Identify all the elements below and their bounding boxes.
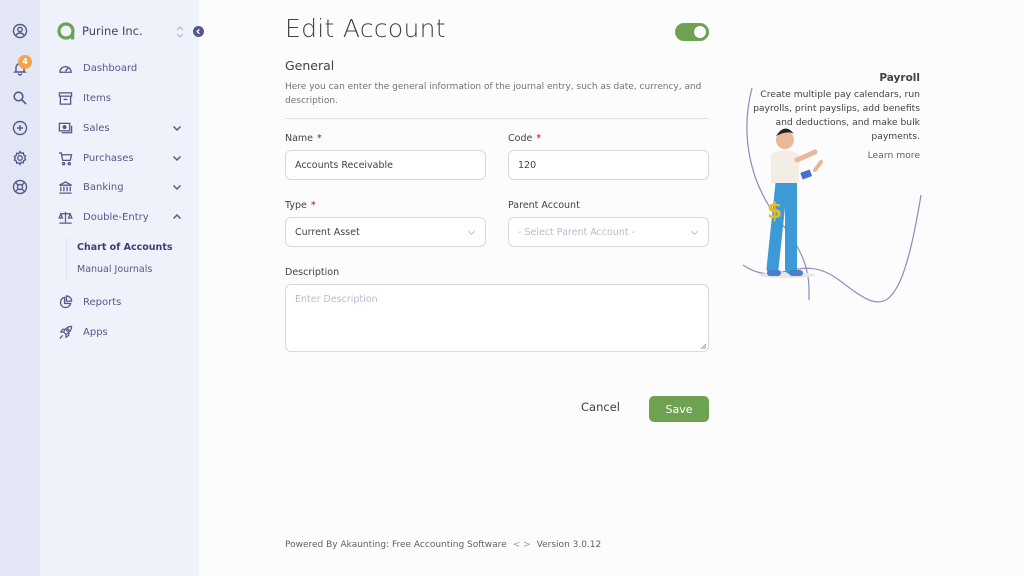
resize-handle-icon[interactable] [700,343,706,349]
scale-icon [58,210,73,225]
version-text: Version 3.0.12 [536,540,602,550]
dashboard-icon [58,61,73,76]
required-marker: * [310,200,316,211]
rocket-icon [58,325,73,340]
description-label: Description [285,267,340,278]
archive-icon [58,91,73,106]
code-label-text: Code [508,133,533,144]
support-icon[interactable] [12,179,28,195]
submenu-rail [66,238,67,280]
reports-icon [58,294,73,310]
powered-by-link[interactable]: Powered By Akaunting: Free Accounting So… [285,540,507,550]
chevron-up-icon[interactable] [172,212,182,222]
cart-icon [58,151,73,166]
parent-account-placeholder: - Select Parent Account - [518,226,636,238]
required-marker: * [536,133,542,144]
akaunting-logo [57,22,75,40]
sidebar: Purine Inc. Dashboard Items Sales Purcha… [40,0,204,576]
sidebar-item-items[interactable]: Items [58,88,188,108]
description-textarea[interactable]: Enter Description [285,284,709,352]
sidebar-item-label: Purchases [83,152,134,164]
toggle-knob [694,26,706,38]
main-content: Edit Account General Here you can enter … [199,0,1024,576]
bank-icon [58,180,73,195]
sidebar-item-label: Sales [83,122,110,134]
sidebar-item-label: Double-Entry [83,211,149,223]
payroll-promo: $ Payroll Create multiple pay calendars,… [739,60,1023,320]
section-title: General [285,58,335,73]
sidebar-item-label: Items [83,92,111,104]
sidebar-item-apps[interactable]: Apps [58,322,188,342]
type-select-value: Current Asset [295,226,360,238]
type-select[interactable]: Current Asset [285,217,486,247]
gear-icon[interactable] [12,150,28,166]
sales-icon [58,121,73,136]
chevron-down-icon[interactable] [172,123,182,133]
parent-account-label: Parent Account [508,200,580,211]
page-title: Edit Account [285,14,446,43]
description-placeholder: Enter Description [295,294,378,305]
footer: Powered By Akaunting: Free Accounting So… [285,540,601,550]
sidebar-item-label: Apps [83,326,108,338]
name-label-text: Name [285,133,314,144]
chevron-down-icon[interactable] [172,153,182,163]
sidebar-item-sales[interactable]: Sales [58,118,188,138]
save-button[interactable]: Save [649,396,709,422]
name-input-value: Accounts Receivable [295,159,394,171]
sidebar-item-double-entry[interactable]: Double-Entry [58,207,188,227]
cancel-button[interactable]: Cancel [581,400,620,414]
sidebar-item-label: Banking [83,181,124,193]
name-label: Name * [285,133,322,144]
company-name: Purine Inc. [82,24,143,38]
required-marker: * [317,133,322,144]
sidebar-subitem-manual-journals[interactable]: Manual Journals [77,264,152,275]
enabled-toggle[interactable] [675,23,709,41]
code-label: Code * [508,133,541,144]
plus-circle-icon[interactable] [12,120,28,136]
collapse-sidebar-button[interactable] [193,26,204,37]
sidebar-item-reports[interactable]: Reports [58,292,188,312]
chevron-down-icon[interactable] [172,182,182,192]
chevron-left-icon [196,28,200,35]
code-input[interactable]: 120 [508,150,709,180]
sidebar-subitem-chart-of-accounts[interactable]: Chart of Accounts [77,242,173,253]
name-input[interactable]: Accounts Receivable [285,150,486,180]
promo-text: Create multiple pay calendars, run payro… [753,89,920,142]
notification-badge: 4 [18,55,32,69]
sidebar-item-label: Reports [83,296,122,308]
sidebar-item-purchases[interactable]: Purchases [58,148,188,168]
type-label: Type * [285,200,316,211]
sidebar-item-dashboard[interactable]: Dashboard [58,58,188,78]
learn-more-link[interactable]: Learn more [868,150,920,161]
company-selector[interactable]: Purine Inc. [56,20,143,42]
search-icon[interactable] [12,90,28,106]
code-input-value: 120 [518,159,537,171]
profile-icon[interactable] [12,23,28,39]
sidebar-item-label: Dashboard [83,62,138,74]
sidebar-item-banking[interactable]: Banking [58,177,188,197]
type-label-text: Type [285,200,307,211]
section-description: Here you can enter the general informati… [285,82,702,106]
chevron-down-icon [467,228,476,237]
svg-text:$: $ [767,199,782,224]
chevron-down-icon [690,228,699,237]
icon-rail: 4 [0,0,40,576]
promo-title: Payroll [879,72,920,84]
divider [285,118,709,119]
code-brackets-icon: < > [512,540,531,550]
parent-account-select[interactable]: - Select Parent Account - [508,217,709,247]
company-switch-icon[interactable] [175,24,185,40]
